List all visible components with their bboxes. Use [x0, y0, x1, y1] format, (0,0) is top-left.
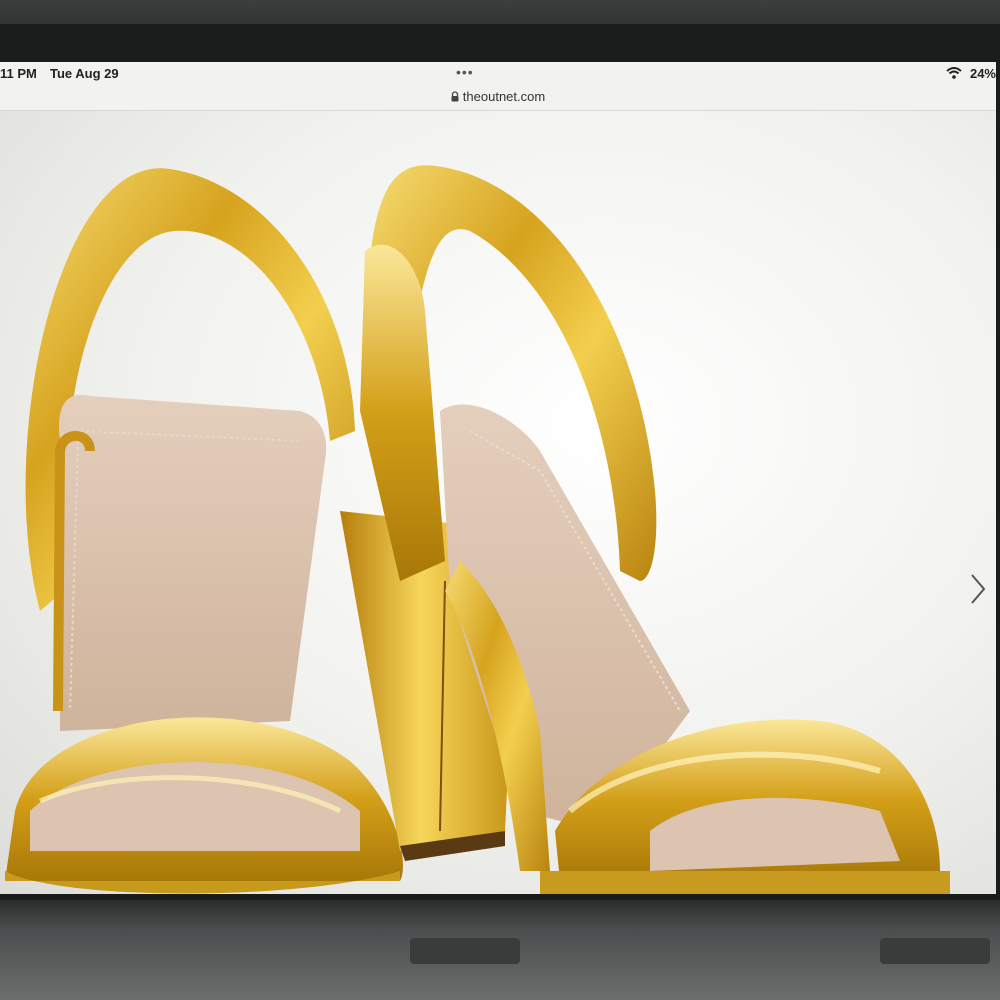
- url-text: theoutnet.com: [462, 89, 546, 104]
- status-time: 11 PM: [0, 66, 37, 81]
- tablet-screen: 11 PM Tue Aug 29 ••• 24% theoutnet.com: [0, 62, 996, 894]
- keyboard-connector: [410, 938, 520, 964]
- status-bar: 11 PM Tue Aug 29 ••• 24%: [0, 62, 996, 86]
- url-field[interactable]: theoutnet.com: [451, 89, 545, 105]
- product-image[interactable]: [0, 111, 996, 894]
- lock-icon: [451, 90, 459, 105]
- multitasking-dots[interactable]: •••: [456, 64, 474, 80]
- battery-level: 24%: [969, 66, 996, 81]
- status-date: Tue Aug 29: [50, 66, 119, 81]
- address-bar[interactable]: theoutnet.com: [0, 86, 996, 111]
- keyboard-keys: [880, 938, 990, 964]
- wifi-icon: [946, 67, 962, 82]
- left-sandal: [5, 168, 403, 894]
- chevron-right-icon[interactable]: [966, 571, 990, 607]
